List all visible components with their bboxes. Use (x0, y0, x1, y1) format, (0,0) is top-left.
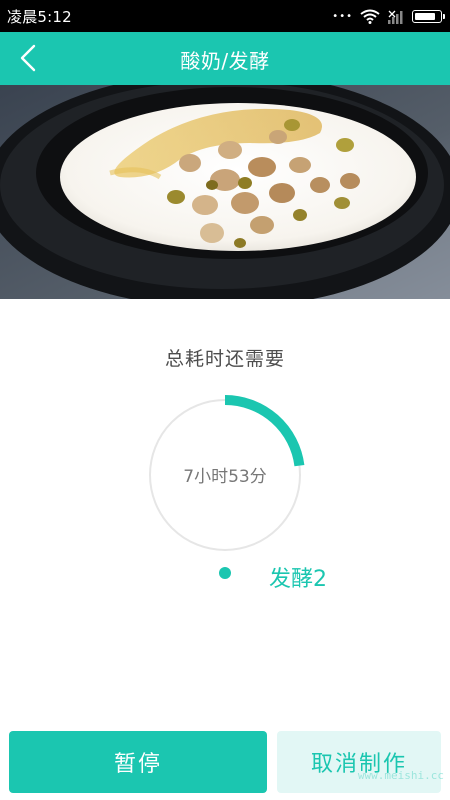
battery-icon (412, 9, 445, 23)
stage-marker-dot (219, 567, 231, 579)
status-bar: 凌晨5:12 ••• (0, 0, 450, 32)
page-title: 酸奶/发酵 (180, 49, 270, 73)
pause-button[interactable]: 暂停 (9, 731, 267, 793)
watermark: www.meishi.cc (357, 769, 444, 782)
hero-image (0, 85, 450, 299)
status-icons: ••• (332, 7, 445, 25)
current-stage-label: 发酵2 (269, 567, 327, 592)
signal-icon (388, 10, 403, 24)
status-time: 凌晨5:12 (7, 8, 72, 26)
yogurt-bowl-illustration (0, 85, 450, 299)
more-dots-icon: ••• (332, 10, 353, 22)
time-remaining-value: 7小时53分 (183, 467, 267, 487)
cancel-making-button[interactable]: 取消制作 (277, 731, 441, 793)
title-bar: 酸奶/发酵 (0, 32, 450, 85)
wifi-icon (360, 9, 380, 24)
progress-ring (145, 395, 305, 585)
time-remaining-label: 总耗时还需要 (164, 348, 285, 370)
